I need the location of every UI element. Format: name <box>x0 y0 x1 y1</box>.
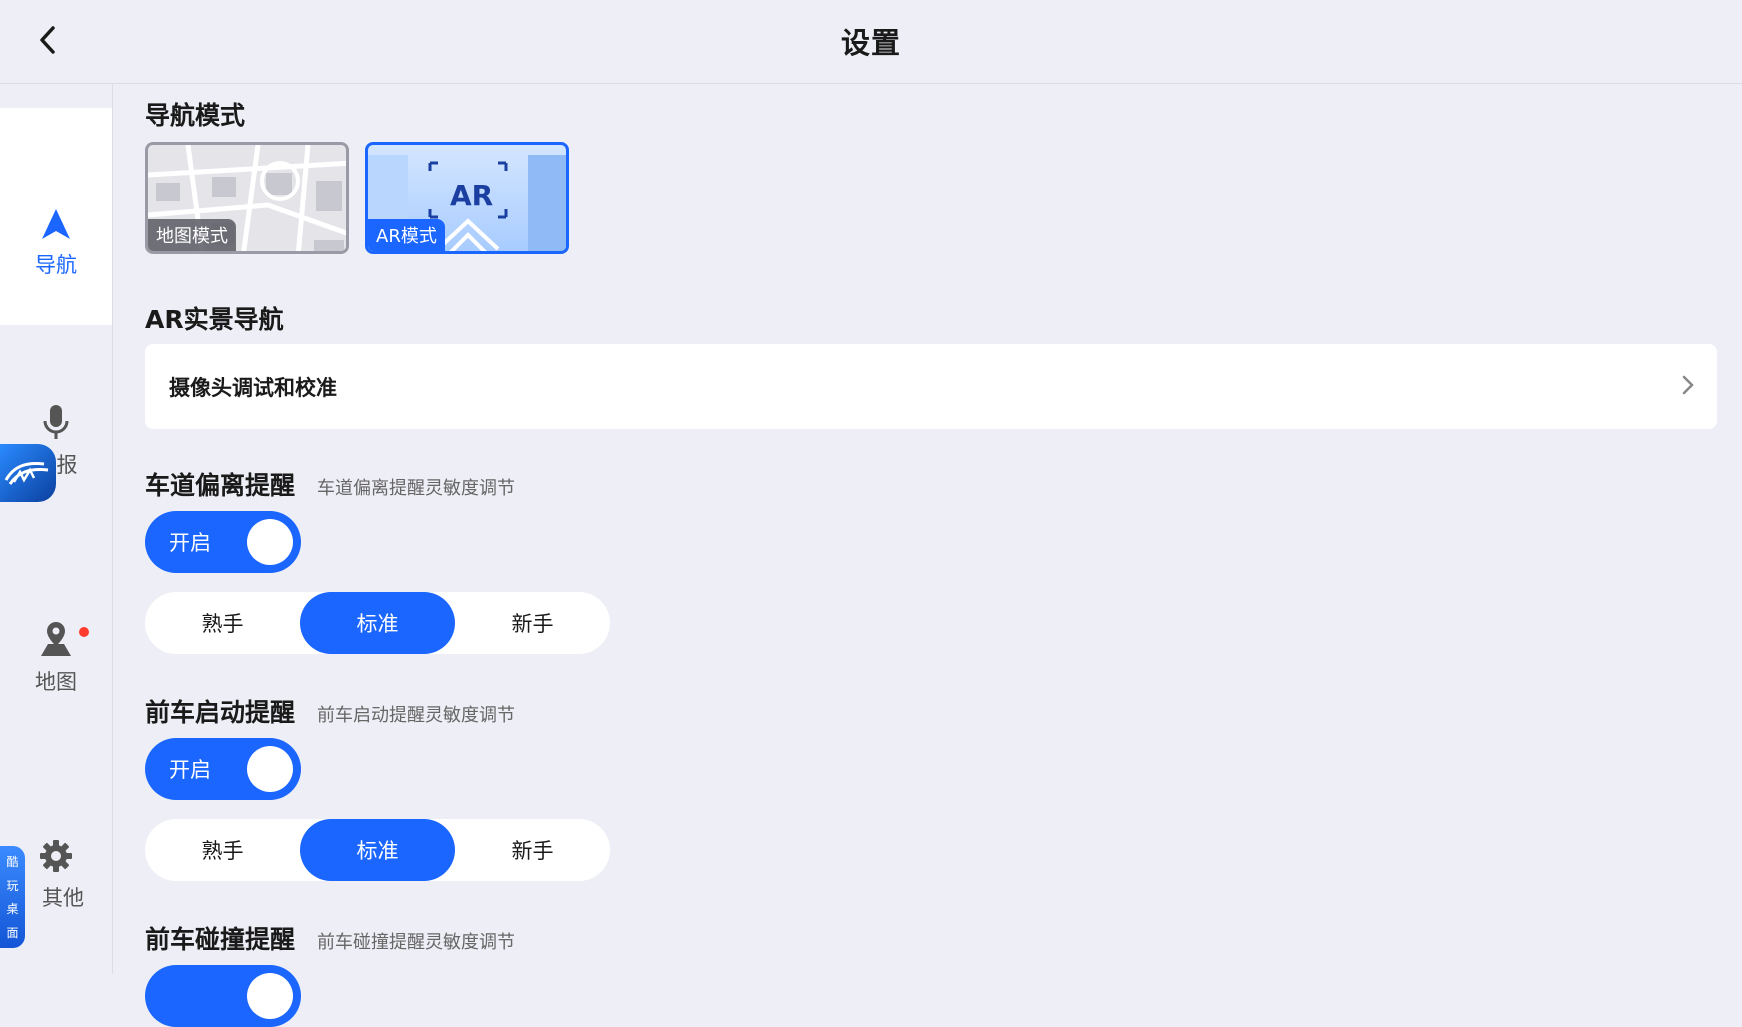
section-title-ar-nav: AR实景导航 <box>145 305 284 334</box>
section-label: 前车启动提醒 <box>145 698 296 727</box>
side-tab-char: 桌 <box>6 902 19 917</box>
option-standard[interactable]: 标准 <box>300 819 455 881</box>
side-tab-char: 玩 <box>6 878 19 893</box>
front-start-toggle[interactable]: 开启 <box>145 738 301 800</box>
toggle-label: 开启 <box>169 758 211 782</box>
section-title-front-start: 前车启动提醒 前车启动提醒灵敏度调节 <box>145 693 515 729</box>
mode-label: 地图模式 <box>148 219 236 251</box>
floating-app-icon[interactable] <box>0 444 56 502</box>
side-tab-char: 面 <box>6 925 19 940</box>
toggle-knob <box>247 746 293 792</box>
section-title-nav-mode: 导航模式 <box>145 101 246 130</box>
ar-mode-card[interactable]: AR AR模式 <box>365 142 569 254</box>
section-label: 车道偏离提醒 <box>145 471 296 500</box>
section-title-lane-departure: 车道偏离提醒 车道偏离提醒灵敏度调节 <box>145 466 515 502</box>
cool-desktop-tab[interactable]: 酷 玩 桌 面 <box>0 846 25 948</box>
option-expert[interactable]: 熟手 <box>145 592 300 654</box>
row-label: 摄像头调试和校准 <box>169 376 337 400</box>
microphone-icon <box>41 405 71 445</box>
ar-badge-text: AR <box>450 179 494 212</box>
map-mode-card[interactable]: 地图模式 <box>145 142 349 254</box>
camera-calibration-row[interactable]: 摄像头调试和校准 <box>145 344 1717 429</box>
toggle-knob <box>247 973 293 1019</box>
page-title: 设置 <box>840 26 901 60</box>
chevron-right-icon <box>1681 374 1695 400</box>
front-collision-toggle[interactable] <box>145 965 301 1027</box>
option-novice[interactable]: 新手 <box>455 819 610 881</box>
toggle-label: 开启 <box>169 531 211 555</box>
sidebar: 导航 报 地图 其他 <box>0 83 113 974</box>
notification-dot <box>79 627 89 637</box>
option-novice[interactable]: 新手 <box>455 592 610 654</box>
option-expert[interactable]: 熟手 <box>145 819 300 881</box>
mode-label: AR模式 <box>368 219 445 251</box>
lane-departure-sensitivity: 熟手 标准 新手 <box>145 592 610 654</box>
section-subtitle: 前车启动提醒灵敏度调节 <box>317 705 516 726</box>
toggle-knob <box>247 519 293 565</box>
section-title-front-collision: 前车碰撞提醒 前车碰撞提醒灵敏度调节 <box>145 920 515 956</box>
section-subtitle: 车道偏离提醒灵敏度调节 <box>317 478 516 499</box>
section-subtitle: 前车碰撞提醒灵敏度调节 <box>317 932 516 953</box>
sidebar-item-navigation[interactable]: 导航 <box>0 108 112 325</box>
gear-icon <box>38 840 74 878</box>
map-pin-icon <box>38 622 74 662</box>
lane-departure-toggle[interactable]: 开启 <box>145 511 301 573</box>
header: 设置 <box>0 0 1742 84</box>
navigation-arrow-icon <box>40 209 72 245</box>
sidebar-item-label: 地图 <box>35 670 77 694</box>
sidebar-item-label: 导航 <box>35 253 77 277</box>
front-start-sensitivity: 熟手 标准 新手 <box>145 819 610 881</box>
sidebar-item-map[interactable]: 地图 <box>0 620 112 740</box>
section-label: 前车碰撞提醒 <box>145 925 296 954</box>
option-standard[interactable]: 标准 <box>300 592 455 654</box>
side-tab-char: 酷 <box>6 855 19 870</box>
